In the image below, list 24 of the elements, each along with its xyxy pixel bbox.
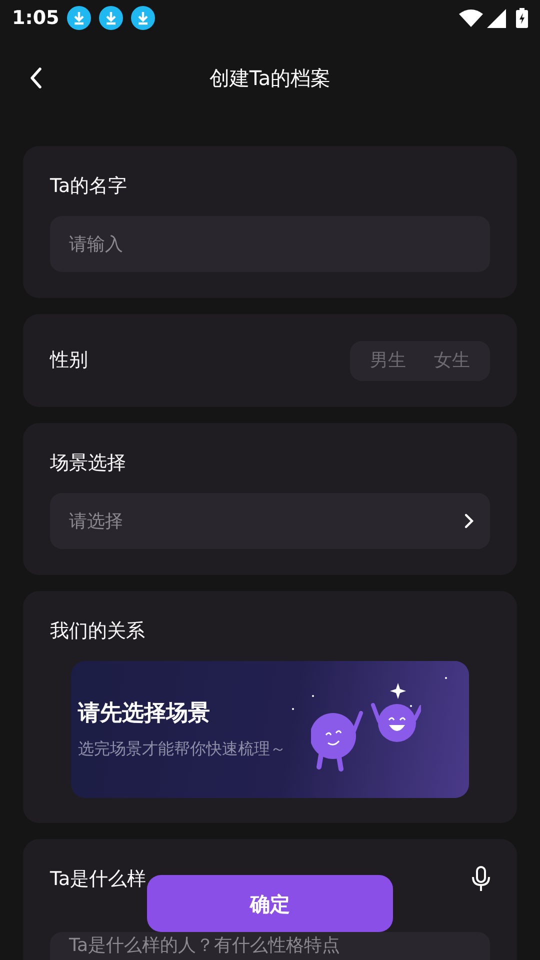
wifi-icon <box>459 9 483 27</box>
banner-subtitle: 选完场景才能帮你快速梳理～ <box>78 738 286 760</box>
gender-option[interactable]: 男生 <box>358 344 418 376</box>
back-icon[interactable] <box>29 67 43 89</box>
description-input[interactable]: Ta是什么样的人？有什么性格特点 <box>50 932 490 960</box>
signal-icon <box>487 8 506 28</box>
field-label: 性别 <box>50 348 89 374</box>
name-input[interactable]: 请输入 <box>50 216 490 272</box>
clock: 1:05 <box>12 6 60 31</box>
field-label: 我们的关系 <box>50 619 146 644</box>
field-label: Ta是什么样 <box>50 866 148 892</box>
chevron-right-icon <box>464 513 474 529</box>
gender-option[interactable]: 女生 <box>422 344 482 376</box>
page-title: 创建Ta的档案 <box>209 65 331 92</box>
download-icon <box>99 6 124 30</box>
download-icon <box>67 6 92 30</box>
download-icon <box>131 6 156 30</box>
scene-select[interactable]: 请选择 <box>50 493 490 549</box>
confirm-button[interactable]: 确定 <box>147 875 393 932</box>
field-label: Ta的名字 <box>50 174 128 199</box>
banner-title: 请先选择场景 <box>78 700 210 728</box>
microphone-icon[interactable] <box>472 866 490 892</box>
battery-icon <box>516 8 528 28</box>
field-label: 场景选择 <box>50 451 127 476</box>
